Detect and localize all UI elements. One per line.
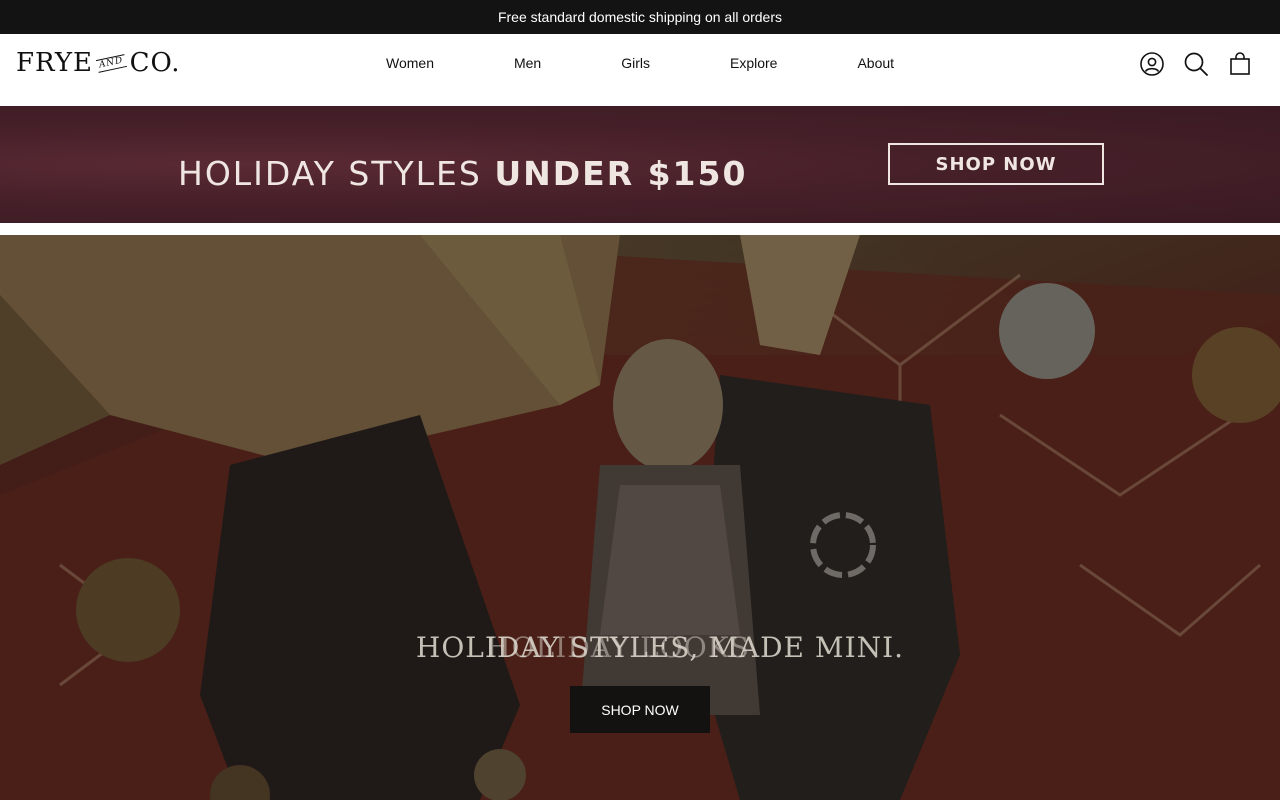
nav-item-explore[interactable]: Explore bbox=[690, 54, 817, 72]
hero-title-primary: HOLIDAY STYLES, MADE MINI. bbox=[415, 631, 905, 664]
promo-banner[interactable]: HOLIDAY STYLES UNDER $150 SHOP NOW bbox=[0, 106, 1280, 223]
site-header: FRYE AND CO. Women Men Girls Explore Abo… bbox=[0, 34, 1280, 106]
nav-item-girls[interactable]: Girls bbox=[581, 54, 690, 72]
logo-text-frye: FRYE bbox=[16, 48, 93, 78]
brand-logo[interactable]: FRYE AND CO. bbox=[16, 48, 181, 78]
promo-text-regular: HOLIDAY STYLES bbox=[178, 154, 482, 193]
search-icon[interactable] bbox=[1182, 50, 1210, 78]
hero-shop-now-button[interactable]: SHOP NOW bbox=[570, 686, 710, 733]
logo-text-co: CO. bbox=[129, 48, 181, 78]
announcement-bar: Free standard domestic shipping on all o… bbox=[0, 0, 1280, 34]
promo-text-bold: UNDER $150 bbox=[494, 154, 748, 193]
hero-section: HOLIDAY LOOKS HOLIDAY STYLES, MADE MINI.… bbox=[0, 235, 1280, 800]
announcement-text: Free standard domestic shipping on all o… bbox=[497, 9, 783, 25]
header-icons bbox=[1138, 50, 1254, 78]
hero-title: HOLIDAY LOOKS HOLIDAY STYLES, MADE MINI. bbox=[0, 631, 1280, 664]
promo-shop-now-button[interactable]: SHOP NOW bbox=[888, 143, 1104, 185]
cart-icon[interactable] bbox=[1226, 50, 1254, 78]
nav-item-about[interactable]: About bbox=[817, 54, 934, 72]
main-nav: Women Men Girls Explore About bbox=[346, 54, 934, 72]
logo-text-and: AND bbox=[95, 53, 127, 73]
account-icon[interactable] bbox=[1138, 50, 1166, 78]
nav-item-women[interactable]: Women bbox=[346, 54, 474, 72]
section-spacer bbox=[0, 223, 1280, 235]
promo-headline: HOLIDAY STYLES UNDER $150 bbox=[178, 154, 747, 193]
nav-item-men[interactable]: Men bbox=[474, 54, 581, 72]
